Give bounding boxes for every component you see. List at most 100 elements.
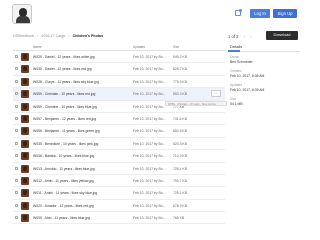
file-name[interactable]: W035 - Benedicte - 10 years - likes pink… [33,142,98,146]
photo-thumbnail[interactable] [21,176,29,185]
file-name[interactable]: W020 - Amador - 12 years - likes red.jpg [33,204,94,208]
file-row[interactable]: W036 - Baraka - 10 years - likes blue.jp… [13,150,225,163]
photo-thumbnail[interactable] [21,65,29,74]
photo-thumbnail[interactable] [21,139,29,148]
sign-up-button[interactable]: Sign Up [273,9,297,18]
details-panel: Details Owner Ben Schroeder Created Feb … [228,43,300,123]
file-updated: Feb 10, 2017 by Bo... [133,154,166,159]
file-size: 725.1 KB [173,191,187,196]
file-row[interactable]: W030 - Daniel - 12 years - likes red.jpg… [13,63,225,76]
breadcrumb: USSeedbook › 2016-17 Cargo › Children's … [13,34,105,40]
row-checkbox[interactable] [15,141,18,145]
photo-thumbnail[interactable] [21,127,29,136]
photo-thumbnail[interactable] [21,102,29,111]
file-row[interactable]: W011 - Amini - 11 years - likes sky blue… [13,187,225,200]
file-name[interactable]: W059 - Christian - 10 years - likes red.… [33,92,95,96]
top-bar: Log In Sign Up [0,0,320,28]
file-row[interactable]: W025 - Daniel - 12 years - likes white.j… [13,51,225,64]
file-row[interactable]: W009 - Aldo - 11 years - likes blue.jpg F… [13,212,225,225]
row-checkbox[interactable] [15,216,18,220]
file-name[interactable]: W036 - Baraka - 10 years - likes blue.jp… [33,154,94,158]
file-size: 741.6 KB [173,116,187,121]
column-name-header[interactable]: Name [33,45,42,49]
file-name[interactable]: W013 - Arnoldo - 11 years - likes blue.j… [33,167,95,171]
file-updated: Feb 10, 2017 by Bo... [133,203,166,208]
column-date-header[interactable]: Updated [133,45,145,49]
file-row[interactable]: W012 - Amin - 11 years - likes yellow.jp… [13,175,225,188]
file-row[interactable]: W059 - Christian - 10 years - likes red.… [13,88,225,101]
file-name[interactable]: W056 - Benjamin - 11 years - likes green… [33,129,100,133]
updated-label: Updated [230,83,243,87]
file-size: 678.9 KB [173,203,187,208]
breadcrumb-item-root[interactable]: USSeedbook [13,34,34,38]
file-row[interactable]: W057 - Benjamin - 12 years - likes red.j… [13,113,225,126]
file-size: 853.3 KB [173,92,187,97]
photo-thumbnail[interactable] [21,90,29,99]
row-checkbox[interactable] [15,55,18,58]
file-list: W025 - Daniel - 12 years - likes white.j… [13,51,225,225]
row-checkbox[interactable] [15,154,18,158]
file-updated: Feb 10, 2017 by Bo... [133,104,166,109]
file-name[interactable]: W028 - Clarys - 11 years - likes sky blu… [33,80,99,84]
more-options-icon[interactable]: ··· [211,90,221,98]
row-checkbox[interactable] [15,191,18,195]
row-checkbox[interactable] [15,129,18,133]
file-row[interactable]: W035 - Benedicte - 10 years - likes pink… [13,138,225,151]
prev-page-icon[interactable]: ‹ [244,34,245,39]
updated-field: Updated Feb 10, 2017, 8:39 AM [230,83,264,92]
file-row[interactable]: W013 - Arnoldo - 11 years - likes blue.j… [13,163,225,175]
file-size: 728.4 KB [173,166,187,171]
file-size: 649.2 KB [173,55,187,59]
row-checkbox[interactable] [15,178,18,182]
photo-thumbnail[interactable] [21,53,29,61]
photo-thumbnail[interactable] [21,152,29,161]
file-name[interactable]: W030 - Daniel - 12 years - likes red.jpg [33,67,92,71]
file-name[interactable]: W025 - Daniel - 12 years - likes white.j… [33,55,95,59]
row-checkbox[interactable] [15,116,18,120]
row-checkbox[interactable] [15,92,18,96]
row-checkbox[interactable] [15,104,18,108]
photo-thumbnail[interactable] [21,164,29,173]
photo-thumbnail[interactable] [21,114,29,123]
file-updated: Feb 10, 2017 by Bo... [133,92,166,97]
file-updated: Feb 10, 2017 by Bo... [133,55,166,59]
photo-thumbnail[interactable] [21,189,29,198]
list-header: Name Updated Size [13,43,225,51]
details-title[interactable]: Details [230,44,242,49]
file-updated: Feb 10, 2017 by Bo... [133,141,166,146]
breadcrumb-item-folder[interactable]: 2016-17 Cargo [41,34,65,38]
column-size-header[interactable]: Size [173,45,179,49]
log-in-button[interactable]: Log In [250,9,270,18]
row-checkbox[interactable] [15,79,18,83]
row-checkbox[interactable] [15,166,18,170]
details-tab-underline [228,50,300,52]
breadcrumb-item-current: Children's Photos [72,34,104,38]
pagination-label: 1 of 3 [228,34,239,39]
file-row[interactable]: W028 - Clarys - 11 years - likes sky blu… [13,76,225,89]
row-checkbox[interactable] [15,203,18,207]
size-value: 54.1 MB [230,102,243,106]
owner-label: Owner [230,55,240,59]
size-field: Size 54.1 MB [230,97,243,106]
file-name[interactable]: W011 - Amini - 11 years - likes sky blue… [33,191,97,195]
organization-logo[interactable] [12,4,32,24]
file-name[interactable]: W012 - Amin - 11 years - likes yellow.jp… [33,179,94,183]
file-row[interactable]: W056 - Benjamin - 11 years - likes green… [13,125,225,138]
download-button[interactable]: Download [266,31,298,40]
photo-thumbnail[interactable] [21,214,29,223]
next-page-icon[interactable]: › [250,34,251,39]
file-updated: Feb 10, 2017 by Bo... [133,216,166,221]
file-updated: Feb 10, 2017 by Bo... [133,191,166,196]
file-size: 684.5 KB [173,129,187,134]
photo-thumbnail[interactable] [21,201,29,210]
photo-thumbnail[interactable] [21,77,29,86]
file-name[interactable]: W009 - Aldo - 11 years - likes blue.jpg [33,216,90,220]
notifications-icon[interactable] [235,9,242,16]
file-name[interactable]: W057 - Benjamin - 12 years - likes red.j… [33,117,96,121]
file-size: 768 KB [173,216,185,221]
row-checkbox[interactable] [15,67,18,71]
file-name[interactable]: W059 - Christine - 10 years - likes blue… [33,105,97,109]
file-size: 790.7 KB [173,178,187,183]
file-row[interactable]: W020 - Amador - 12 years - likes red.jpg… [13,200,225,213]
filename-tooltip: W059 - Christian - 10 years - likes red.… [165,101,227,106]
